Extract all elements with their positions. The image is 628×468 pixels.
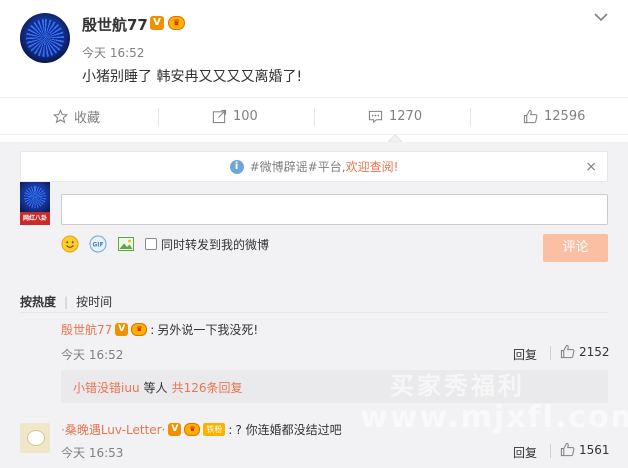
- divider: [20, 312, 608, 313]
- thumbs-up-icon: [560, 344, 575, 359]
- commenter-avatar[interactable]: [20, 423, 50, 453]
- commenter-name[interactable]: 殷世航77: [61, 321, 112, 338]
- collect-button[interactable]: 收藏: [53, 98, 100, 135]
- comment-text: 另外说一下我没死!: [157, 323, 259, 337]
- author-name[interactable]: 殷世航77: [82, 14, 148, 35]
- image-icon[interactable]: [117, 235, 135, 253]
- crown-badge-icon: ♛: [184, 423, 201, 436]
- comment-like-count: 1561: [579, 442, 610, 457]
- star-icon: [53, 109, 68, 124]
- submit-comment-button[interactable]: 评论: [543, 234, 608, 262]
- comment-colon: :: [150, 322, 155, 337]
- comment-icon: [368, 110, 383, 124]
- crown-badge-icon: ♛: [131, 323, 148, 336]
- repost-checkbox-label[interactable]: 同时转发到我的微博: [161, 236, 269, 253]
- composer-tools: GIF 同时转发到我的微博: [61, 234, 269, 254]
- divider: [550, 346, 551, 360]
- comment-like-count: 2152: [579, 344, 610, 359]
- divider: [470, 108, 471, 126]
- comment-line: 殷世航77 V ♛ : 另外说一下我没死!: [61, 321, 258, 338]
- post-text: 小猪别睡了 韩安冉又又又又离婚了!: [82, 69, 303, 85]
- sub-reply-user[interactable]: 小错没错iuu: [73, 379, 140, 396]
- emoji-icon[interactable]: [61, 235, 79, 253]
- comment-like-button[interactable]: 2152: [560, 344, 610, 359]
- sort-by-hot[interactable]: 按热度: [20, 293, 56, 310]
- avatar-brand-text: 网红八卦: [22, 215, 47, 222]
- crown-badge-icon: ♛: [168, 16, 185, 30]
- thumbs-up-icon: [560, 442, 575, 457]
- rumor-notice: i #微博辟谣#平台, 欢迎查阅! ×: [20, 151, 608, 182]
- sub-reply-mid: 等人: [143, 381, 168, 395]
- comment-count: 1270: [389, 109, 423, 124]
- commenter-avatar[interactable]: [20, 182, 50, 212]
- collect-label: 收藏: [74, 111, 101, 126]
- sort-tabs: 按热度 | 按时间: [20, 293, 112, 310]
- verified-icon: V: [150, 16, 164, 30]
- comment-like-button[interactable]: 1561: [560, 442, 610, 457]
- chevron-down-icon[interactable]: [594, 12, 608, 22]
- sub-replies-summary[interactable]: 小错没错iuu 等人 共126条回复: [61, 370, 608, 403]
- repost-checkbox[interactable]: [145, 238, 157, 250]
- author-avatar[interactable]: [20, 13, 70, 63]
- reply-button[interactable]: 回复: [513, 346, 537, 363]
- watermark-url: www.mjxfl.com: [360, 400, 628, 435]
- action-bar: 收藏 100 1270 12596: [0, 97, 628, 135]
- close-icon[interactable]: ×: [585, 159, 597, 175]
- fan-badge: 铁粉: [203, 423, 226, 436]
- notice-text: #微博辟谣#平台,: [249, 160, 346, 174]
- svg-text:GIF: GIF: [92, 242, 103, 249]
- like-count: 12596: [544, 109, 586, 124]
- verified-icon: V: [168, 423, 182, 436]
- divider: [158, 108, 159, 126]
- comment-line: ·桑晚遇Luv-Letter· V ♛ 铁粉 : ? 你连婚都没结过吧: [61, 421, 342, 438]
- notice-link[interactable]: 欢迎查阅!: [346, 158, 399, 175]
- thumbs-up-icon: [523, 109, 538, 124]
- comment-text: ? 你连婚都没结过吧: [235, 423, 342, 437]
- divider: [550, 444, 551, 458]
- repost-icon: [212, 109, 227, 124]
- divider: [314, 108, 315, 126]
- repost-count: 100: [233, 109, 258, 124]
- repost-button[interactable]: 100: [212, 98, 258, 135]
- watermark-text: 买家秀福利: [390, 372, 525, 400]
- reply-button[interactable]: 回复: [513, 444, 537, 461]
- sub-reply-count-link[interactable]: 共126条回复: [172, 379, 243, 396]
- comment-colon: :: [228, 422, 233, 437]
- verified-icon: V: [115, 323, 129, 336]
- comment-input[interactable]: [61, 194, 608, 225]
- active-tab-arrow-icon: [388, 134, 402, 142]
- weibo-post: 殷世航77 V ♛ 今天 16:52 小猪别睡了 韩安冉又又又又离婚了!: [0, 0, 628, 97]
- comment-time: 今天 16:52: [61, 348, 124, 362]
- sort-by-time[interactable]: 按时间: [76, 293, 112, 310]
- commenter-name[interactable]: ·桑晚遇Luv-Letter·: [61, 421, 165, 438]
- sort-divider: |: [64, 294, 69, 309]
- like-button[interactable]: 12596: [523, 98, 585, 135]
- post-time[interactable]: 今天 16:52: [82, 44, 144, 61]
- comment-time: 今天 16:53: [61, 446, 124, 460]
- info-icon: i: [229, 159, 244, 174]
- comment-button[interactable]: 1270: [368, 98, 422, 135]
- gif-icon[interactable]: GIF: [89, 235, 107, 253]
